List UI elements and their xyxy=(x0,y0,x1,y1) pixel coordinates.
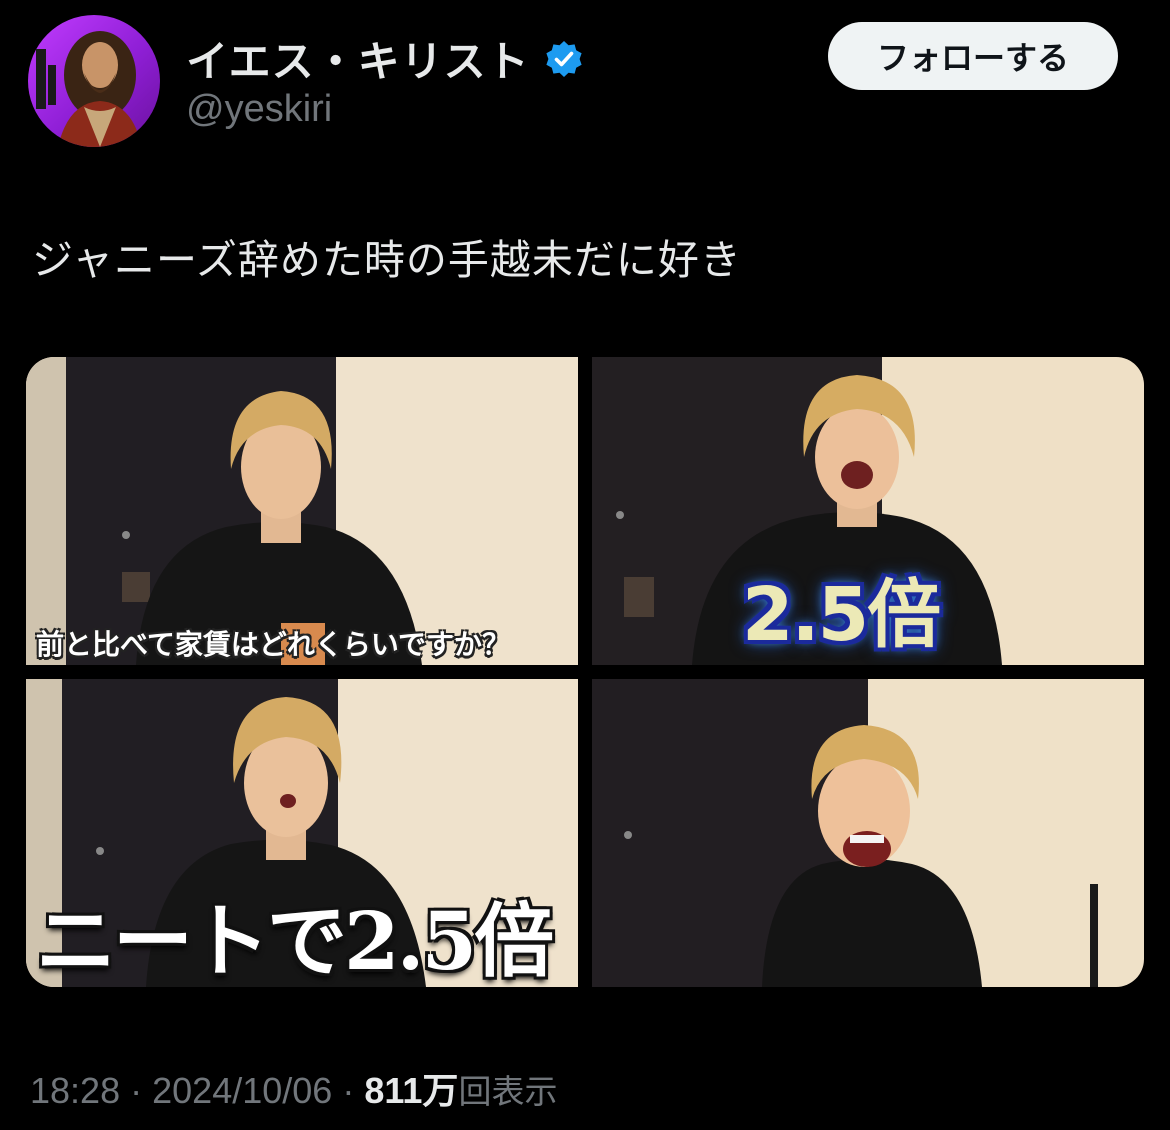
tweet-meta: 18:28 · 2024/10/06 · 811万回表示 xyxy=(30,1062,557,1114)
frame-caption: 前と比べて家賃はどれくらいですか？ xyxy=(36,628,511,661)
frame-caption: ニートで2.5倍 xyxy=(36,894,554,987)
author-handle[interactable]: @yeskiri xyxy=(186,88,332,131)
media-frame-4[interactable] xyxy=(592,679,1144,987)
jesus-portrait-image xyxy=(36,31,142,147)
media-grid: 前と比べて家賃はどれくらいですか？ 2.5倍 ニートで2.5倍 xyxy=(26,357,1144,987)
tweet-time[interactable]: 18:28 xyxy=(30,1070,120,1111)
views-count: 811万 xyxy=(364,1070,459,1111)
media-frame-1[interactable]: 前と比べて家賃はどれくらいですか？ xyxy=(26,357,578,665)
frame-caption: 2.5倍 xyxy=(742,572,941,658)
author-display-name[interactable]: イエス・キリスト xyxy=(186,28,530,89)
meta-separator: · xyxy=(130,1070,143,1111)
photo-scene xyxy=(26,357,578,665)
tweet-date[interactable]: 2024/10/06 xyxy=(152,1070,332,1111)
meta-separator: · xyxy=(342,1070,355,1111)
tweet-text: ジャニーズ辞めた時の手越未だに好き xyxy=(32,236,742,284)
verified-badge-icon xyxy=(545,40,582,77)
author-name-row: イエス・キリスト xyxy=(186,28,584,89)
media-frame-3[interactable]: ニートで2.5倍 xyxy=(26,679,578,987)
photo-scene xyxy=(592,679,1144,987)
views-label: 回表示 xyxy=(458,1072,558,1111)
follow-button[interactable]: フォローする xyxy=(828,22,1118,90)
avatar[interactable] xyxy=(28,15,160,147)
media-frame-2[interactable]: 2.5倍 xyxy=(592,357,1144,665)
